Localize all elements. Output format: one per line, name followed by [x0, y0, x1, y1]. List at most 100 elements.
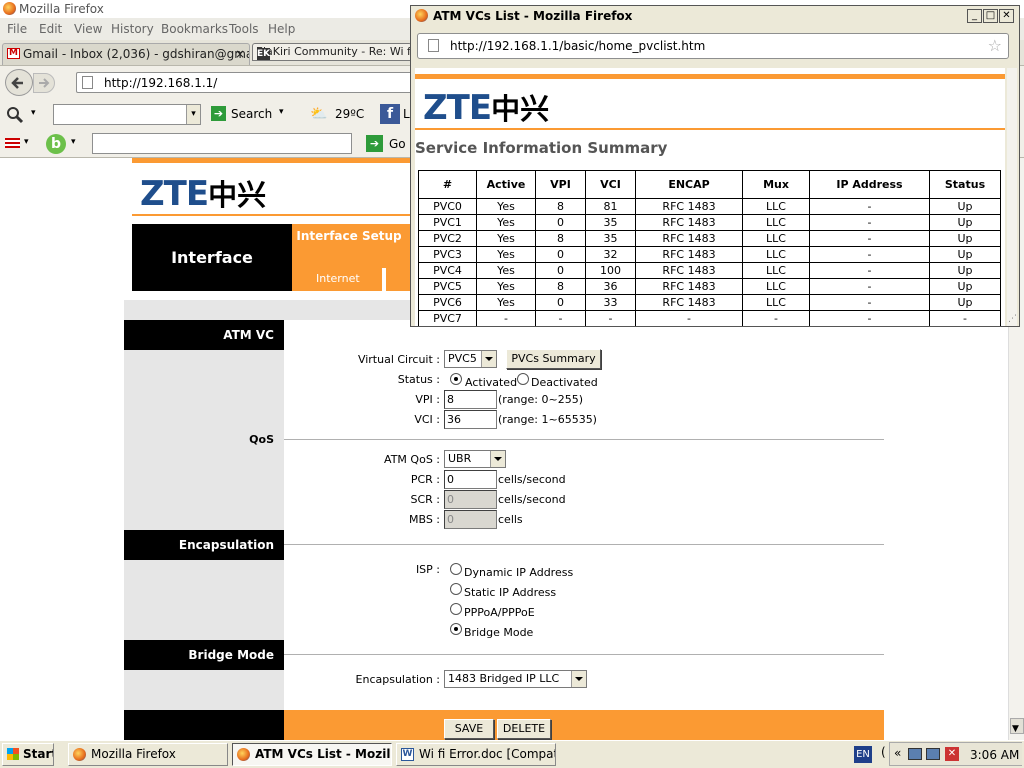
go-label[interactable]: Go — [389, 137, 406, 151]
us-flag-icon[interactable] — [5, 138, 20, 148]
table-cell: - — [809, 246, 930, 263]
menu-help[interactable]: Help — [268, 22, 295, 36]
popup-title-bar: ATM VCs List - Mozilla Firefox — [411, 6, 1019, 26]
table-cell: PVC5 — [418, 278, 477, 295]
table-cell: - — [742, 310, 810, 326]
table-cell: - — [809, 230, 930, 247]
col-header-vci: VCI — [585, 170, 636, 199]
bridge-encapsulation-value: 1483 Bridged IP LLC — [448, 672, 560, 685]
toolbar-search-input[interactable] — [92, 133, 352, 154]
forward-button[interactable] — [33, 73, 55, 93]
section-encapsulation: Encapsulation — [124, 530, 284, 560]
taskbar-item-firefox[interactable]: Mozilla Firefox — [68, 743, 228, 766]
search-options-icon[interactable]: ▾ — [279, 107, 284, 117]
menu-history[interactable]: History — [111, 22, 154, 36]
bing-dropdown-icon[interactable]: ▾ — [71, 137, 76, 147]
bridge-encapsulation-select[interactable]: 1483 Bridged IP LLC — [444, 670, 587, 688]
chevron-down-icon — [481, 351, 496, 367]
back-arrow-icon — [11, 77, 23, 89]
status-label: Status : — [397, 373, 440, 386]
search-dropdown-icon[interactable]: ▾ — [31, 108, 36, 118]
encapsulation-divider — [284, 544, 884, 545]
vpi-input[interactable]: 8 — [444, 390, 497, 409]
menu-tools[interactable]: Tools — [229, 22, 259, 36]
menu-edit[interactable]: Edit — [39, 22, 62, 36]
taskbar-item-word-doc[interactable]: W Wi fi Error.doc [Compati... — [396, 743, 556, 766]
status-activated-radio[interactable] — [450, 373, 462, 385]
menu-view[interactable]: View — [74, 22, 102, 36]
pvcs-summary-button[interactable]: PVCs Summary — [506, 349, 601, 369]
search-icon[interactable] — [6, 106, 24, 124]
go-icon[interactable]: ➔ — [366, 135, 383, 152]
network-icon-2[interactable] — [926, 748, 940, 760]
close-icon[interactable]: ✕ — [999, 9, 1014, 23]
table-row: PVC6 Yes 0 33 RFC 1483 LLC - Up — [418, 294, 1001, 311]
table-row: PVC1 Yes 0 35 RFC 1483 LLC - Up — [418, 214, 1001, 231]
scroll-down-icon[interactable]: ▼ — [1012, 724, 1019, 734]
table-cell: LLC — [742, 214, 810, 231]
isp-bridge-radio[interactable] — [450, 623, 462, 635]
search-history-dropdown[interactable]: ▾ — [186, 105, 200, 124]
menu-file[interactable]: File — [7, 22, 27, 36]
start-label: Start — [23, 747, 54, 761]
isp-static-radio[interactable] — [450, 583, 462, 595]
minimize-icon[interactable]: _ — [967, 9, 982, 23]
start-button[interactable]: Start — [2, 743, 54, 766]
table-cell: LLC — [742, 278, 810, 295]
bridge-encapsulation-label: Encapsulation : — [355, 673, 440, 686]
tab-close-icon[interactable]: × — [235, 44, 245, 64]
flag-dropdown-icon[interactable]: ▾ — [24, 137, 29, 147]
tab-elakiri[interactable]: EK ElaKiri Community - Re: Wi fi — [252, 43, 412, 61]
language-indicator[interactable]: EN — [854, 746, 872, 763]
maximize-icon[interactable]: □ — [983, 9, 998, 23]
bing-icon[interactable]: b — [46, 134, 66, 154]
resize-grip-icon[interactable]: ⋰ — [1008, 314, 1017, 324]
search-button-label[interactable]: Search — [231, 107, 272, 121]
facebook-icon[interactable]: f — [380, 104, 400, 124]
bottom-orange-bar — [284, 710, 884, 740]
table-header-row: # Active VPI VCI ENCAP Mux IP Address St… — [418, 170, 1001, 199]
nav-interface-setup-tab[interactable]: Interface Setup Internet — [292, 224, 410, 291]
tab-gmail-label: Gmail - Inbox (2,036) - gdshiran@gmail.c… — [23, 47, 249, 61]
status-deactivated-radio[interactable] — [517, 373, 529, 385]
table-cell: Up — [929, 214, 1001, 231]
atm-qos-select[interactable]: UBR — [444, 450, 506, 468]
network-icon[interactable] — [908, 748, 922, 760]
table-cell: PVC6 — [418, 294, 477, 311]
isp-pppoa-radio[interactable] — [450, 603, 462, 615]
atm-qos-value: UBR — [448, 452, 472, 465]
col-header-ip-address: IP Address — [809, 170, 930, 199]
table-cell: Yes — [476, 262, 536, 279]
isp-label: ISP : — [415, 563, 440, 576]
table-cell: RFC 1483 — [635, 294, 743, 311]
search-go-icon[interactable]: ➔ — [211, 106, 226, 121]
virtual-circuit-select[interactable]: PVC5 — [444, 350, 497, 368]
facebook-label-partial: L — [403, 107, 410, 121]
bookmark-star-icon[interactable]: ☆ — [988, 36, 1002, 55]
search-input[interactable]: ▾ — [53, 104, 201, 125]
isp-dynamic-radio[interactable] — [450, 563, 462, 575]
service-summary-heading: Service Information Summary — [415, 139, 668, 157]
tab-elakiri-label: ElaKiri Community - Re: Wi fi — [256, 45, 412, 58]
save-button[interactable]: SAVE — [444, 719, 494, 739]
firefox-icon — [73, 748, 86, 761]
nav-internet-link[interactable]: Internet — [316, 272, 360, 285]
table-cell: Yes — [476, 214, 536, 231]
gmail-icon: M — [7, 48, 20, 59]
taskbar-item-atm-vcs[interactable]: ATM VCs List - Mozilla... — [232, 743, 392, 766]
security-alert-icon[interactable]: ✕ — [945, 747, 959, 761]
vci-input[interactable]: 36 — [444, 410, 497, 429]
back-button[interactable] — [5, 69, 33, 96]
tab-gmail[interactable]: M Gmail - Inbox (2,036) - gdshiran@gmail… — [2, 43, 250, 65]
elakiri-icon: EK — [257, 48, 271, 60]
delete-button[interactable]: DELETE — [497, 719, 551, 739]
table-row: PVC2 Yes 8 35 RFC 1483 LLC - Up — [418, 230, 1001, 247]
popup-url-bar[interactable]: http://192.168.1.1/basic/home_pvclist.ht… — [417, 33, 1009, 59]
table-cell: 33 — [585, 294, 636, 311]
pcr-input[interactable]: 0 — [444, 470, 497, 489]
table-row: PVC7- - - - - - - — [418, 310, 1001, 326]
tray-expand-icon[interactable]: « — [894, 746, 901, 760]
table-cell: - — [809, 294, 930, 311]
table-cell: Up — [929, 294, 1001, 311]
menu-bookmarks[interactable]: Bookmarks — [161, 22, 228, 36]
